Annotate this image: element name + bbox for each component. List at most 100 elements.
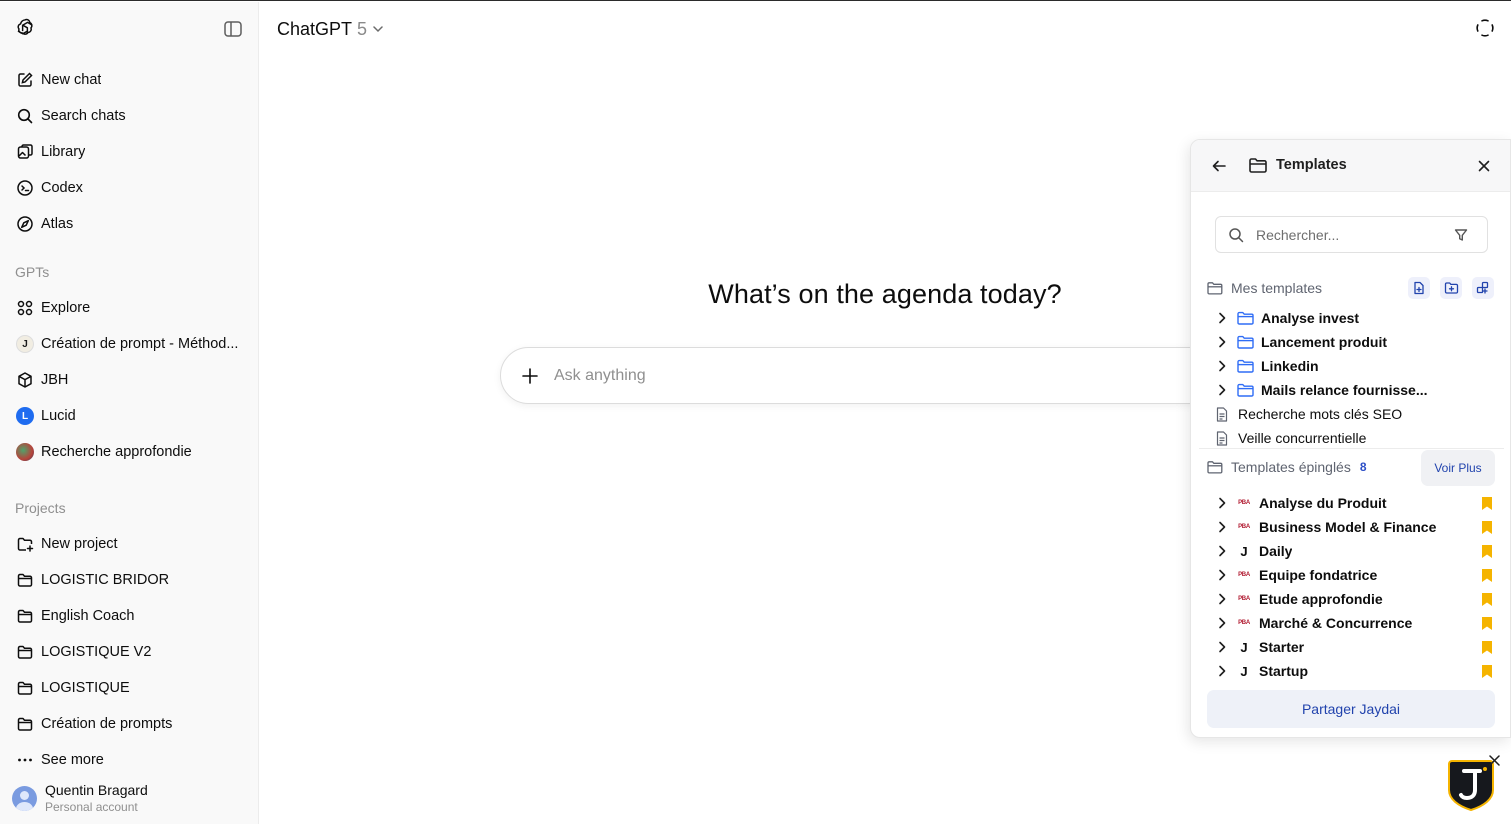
chevron-right-icon[interactable] bbox=[1215, 383, 1229, 397]
template-folder-label: Linkedin bbox=[1261, 358, 1319, 374]
user-account-type: Personal account bbox=[45, 800, 138, 814]
project-item[interactable]: LOGISTIC BRIDOR bbox=[6, 563, 252, 597]
pinned-template-row[interactable]: PBA Analyse du Produit bbox=[1215, 491, 1495, 515]
gpt-item-recherche[interactable]: Recherche approfondie bbox=[6, 435, 252, 469]
project-label: LOGISTIQUE V2 bbox=[41, 644, 152, 660]
chevron-right-icon[interactable] bbox=[1215, 335, 1229, 349]
temporary-chat-icon[interactable] bbox=[1474, 17, 1496, 39]
chevron-right-icon[interactable] bbox=[1215, 640, 1229, 654]
new-chat-button[interactable]: New chat bbox=[6, 63, 252, 97]
openai-logo-icon[interactable] bbox=[14, 17, 36, 39]
see-more-button[interactable]: See more bbox=[6, 743, 252, 777]
bookmark-icon[interactable] bbox=[1481, 496, 1493, 511]
model-selector[interactable]: ChatGPT 5 bbox=[277, 17, 385, 41]
share-jaydai-button[interactable]: Partager Jaydai bbox=[1207, 690, 1495, 728]
template-folder-row[interactable]: Analyse invest bbox=[1215, 306, 1495, 330]
chevron-right-icon[interactable] bbox=[1215, 544, 1229, 558]
pinned-template-row[interactable]: J Starter bbox=[1215, 635, 1495, 659]
project-item[interactable]: English Coach bbox=[6, 599, 252, 633]
arrow-left-icon[interactable] bbox=[1211, 158, 1227, 174]
folder-icon bbox=[1237, 311, 1254, 325]
sidebar: New chat Search chats Library Codex Atla… bbox=[0, 2, 259, 824]
filter-icon[interactable] bbox=[1454, 228, 1468, 242]
new-folder-button[interactable] bbox=[1440, 277, 1462, 299]
pinned-template-label: Marché & Concurrence bbox=[1259, 615, 1413, 631]
document-icon bbox=[1216, 430, 1228, 446]
codex-button[interactable]: Codex bbox=[6, 171, 252, 205]
pba-source-icon: PBA bbox=[1238, 500, 1250, 506]
new-project-button[interactable]: New project bbox=[6, 527, 252, 561]
folder-icon bbox=[17, 609, 33, 623]
chevron-right-icon[interactable] bbox=[1215, 496, 1229, 510]
add-block-button[interactable] bbox=[1472, 277, 1494, 299]
search-chats-button[interactable]: Search chats bbox=[6, 99, 252, 133]
close-icon[interactable] bbox=[1477, 159, 1491, 173]
chevron-right-icon[interactable] bbox=[1215, 616, 1229, 630]
sidebar-toggle-icon[interactable] bbox=[222, 18, 244, 40]
template-file-row[interactable]: Veille concurrentielle bbox=[1215, 426, 1495, 450]
templates-search-input[interactable] bbox=[1256, 224, 1446, 246]
cube-icon bbox=[18, 372, 32, 388]
pinned-template-row[interactable]: PBA Marché & Concurrence bbox=[1215, 611, 1495, 635]
see-more-label: See more bbox=[41, 752, 104, 768]
pinned-template-row[interactable]: J Daily bbox=[1215, 539, 1495, 563]
atlas-icon bbox=[17, 216, 33, 232]
pba-source-icon: PBA bbox=[1238, 596, 1250, 602]
chevron-right-icon[interactable] bbox=[1215, 359, 1229, 373]
pinned-template-row[interactable]: PBA Equipe fondatrice bbox=[1215, 563, 1495, 587]
folder-icon bbox=[17, 645, 33, 659]
explore-gpts-button[interactable]: Explore bbox=[6, 291, 252, 325]
chevron-right-icon[interactable] bbox=[1215, 311, 1229, 325]
chevron-right-icon[interactable] bbox=[1215, 592, 1229, 606]
gpt-item-lucid[interactable]: L Lucid bbox=[6, 399, 252, 433]
library-button[interactable]: Library bbox=[6, 135, 252, 169]
new-template-button[interactable] bbox=[1408, 277, 1430, 299]
templates-panel: Templates Mes templates Analyse invest L… bbox=[1190, 139, 1511, 738]
project-label: LOGISTIC BRIDOR bbox=[41, 572, 170, 588]
close-icon[interactable] bbox=[1488, 754, 1501, 767]
see-more-button[interactable]: Voir Plus bbox=[1421, 450, 1495, 486]
prompt-input[interactable] bbox=[554, 362, 1154, 390]
user-account-button[interactable]: Quentin Bragard Personal account bbox=[12, 778, 252, 818]
pinned-template-row[interactable]: PBA Business Model & Finance bbox=[1215, 515, 1495, 539]
bookmark-icon[interactable] bbox=[1481, 616, 1493, 631]
bookmark-icon[interactable] bbox=[1481, 592, 1493, 607]
bookmark-icon[interactable] bbox=[1481, 640, 1493, 655]
atlas-label: Atlas bbox=[41, 216, 74, 232]
search-icon bbox=[17, 108, 33, 124]
project-label: LOGISTIQUE bbox=[41, 680, 130, 696]
bookmark-icon[interactable] bbox=[1481, 520, 1493, 535]
gpt-avatar-lucid-icon: L bbox=[16, 407, 34, 425]
atlas-button[interactable]: Atlas bbox=[6, 207, 252, 241]
pinned-template-row[interactable]: J Startup bbox=[1215, 659, 1495, 683]
folder-icon bbox=[17, 573, 33, 587]
library-icon bbox=[17, 144, 33, 159]
jaydai-source-icon: J bbox=[1240, 663, 1248, 679]
template-folder-row[interactable]: Mails relance fournisse... bbox=[1215, 378, 1495, 402]
chevron-down-icon bbox=[373, 26, 383, 33]
pinned-template-row[interactable]: PBA Etude approfondie bbox=[1215, 587, 1495, 611]
bookmark-icon[interactable] bbox=[1481, 664, 1493, 679]
bookmark-icon[interactable] bbox=[1481, 544, 1493, 559]
project-item[interactable]: LOGISTIQUE V2 bbox=[6, 635, 252, 669]
chevron-right-icon[interactable] bbox=[1215, 568, 1229, 582]
gpt-item-creation-prompt[interactable]: J Création de prompt - Méthod... bbox=[6, 327, 252, 361]
chevron-right-icon[interactable] bbox=[1215, 520, 1229, 534]
project-item[interactable]: Création de prompts bbox=[6, 707, 252, 741]
codex-icon bbox=[17, 180, 33, 196]
user-name: Quentin Bragard bbox=[45, 782, 148, 798]
pba-source-icon: PBA bbox=[1238, 620, 1250, 626]
template-folder-row[interactable]: Lancement produit bbox=[1215, 330, 1495, 354]
composer bbox=[500, 347, 1260, 404]
new-chat-icon bbox=[18, 72, 33, 87]
my-templates-heading: Mes templates bbox=[1231, 280, 1323, 296]
plus-icon[interactable] bbox=[520, 366, 540, 386]
project-item[interactable]: LOGISTIQUE bbox=[6, 671, 252, 705]
template-file-row[interactable]: Recherche mots clés SEO bbox=[1215, 402, 1495, 426]
pinned-count-badge: 8 bbox=[1359, 460, 1367, 474]
gpt-item-jbh[interactable]: JBH bbox=[6, 363, 252, 397]
template-folder-row[interactable]: Linkedin bbox=[1215, 354, 1495, 378]
gpt-item-label: JBH bbox=[41, 372, 69, 388]
bookmark-icon[interactable] bbox=[1481, 568, 1493, 583]
chevron-right-icon[interactable] bbox=[1215, 664, 1229, 678]
